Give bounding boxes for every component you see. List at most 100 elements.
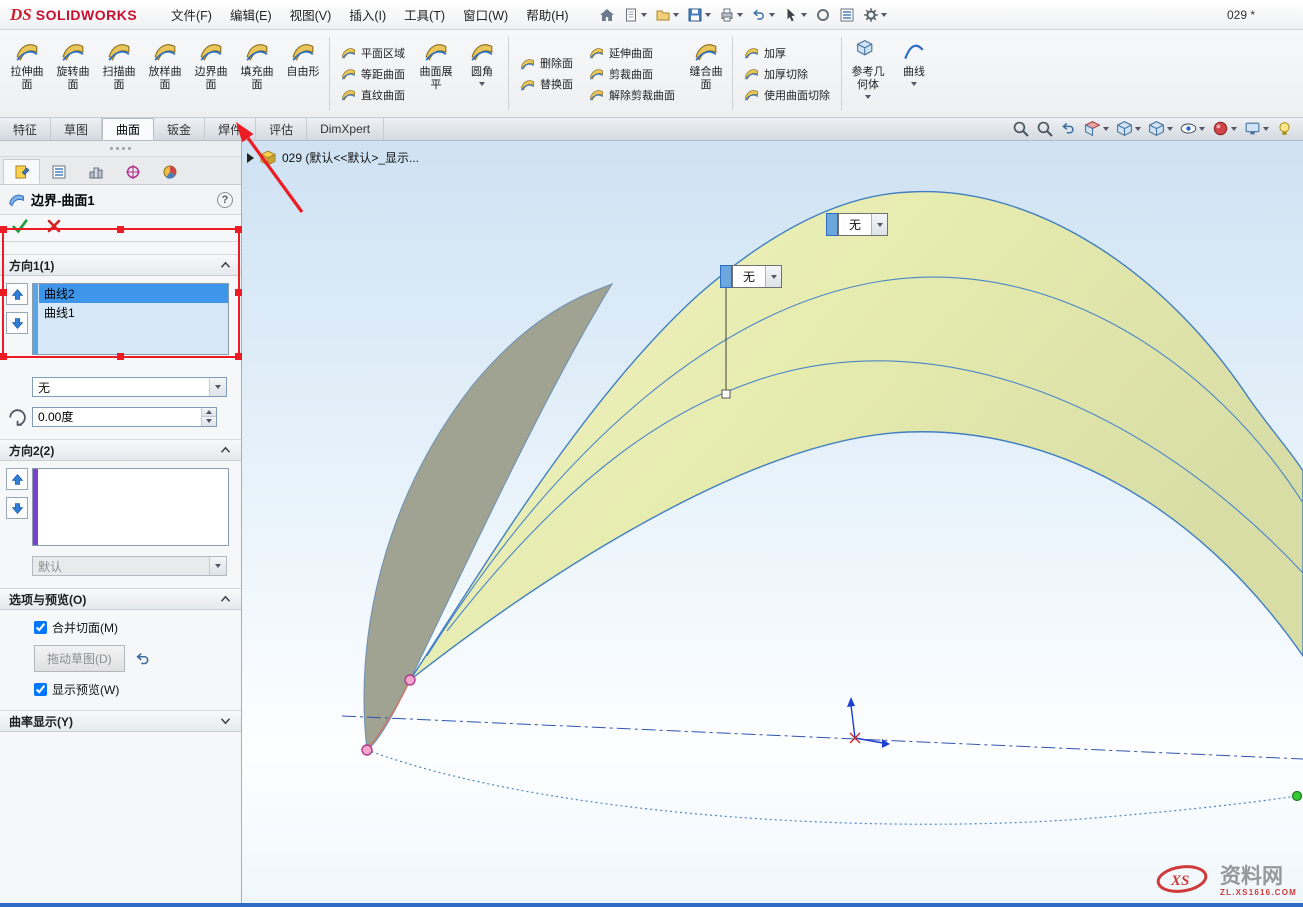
delete-face-button[interactable]: 删除面: [520, 55, 573, 71]
reference-geometry-caret[interactable]: [865, 95, 871, 99]
vertex-point[interactable]: [362, 745, 372, 755]
move-up-button[interactable]: [6, 468, 28, 490]
tangency-combo-top[interactable]: 无: [838, 213, 888, 236]
pin-menu-icon[interactable]: [578, 13, 584, 17]
callout-dropdown-icon[interactable]: [765, 266, 781, 287]
list-item-curve1[interactable]: 曲线1: [39, 303, 228, 322]
section-curvature-header[interactable]: 曲率显示(Y): [0, 710, 241, 732]
move-down-button[interactable]: [6, 497, 28, 519]
save-icon[interactable]: [684, 5, 714, 25]
trim-surface-button[interactable]: 剪裁曲面: [589, 66, 675, 82]
feature-manager-tab-icon[interactable]: [40, 159, 77, 184]
ok-button[interactable]: [12, 218, 28, 239]
planar-surface-button[interactable]: 平面区域: [341, 45, 405, 61]
light-bulb-icon[interactable]: [1276, 120, 1293, 137]
section-options-header[interactable]: 选项与预览(O): [0, 588, 241, 610]
tab-weldments[interactable]: 焊件: [205, 118, 256, 140]
fillet-button[interactable]: 圆角: [459, 32, 505, 115]
thicken-button[interactable]: 加厚: [744, 45, 830, 61]
view-orientation-icon[interactable]: [1116, 120, 1141, 137]
menu-help[interactable]: 帮助(H): [517, 0, 577, 30]
list-item-curve2[interactable]: 曲线2: [39, 284, 228, 303]
help-icon[interactable]: ?: [217, 192, 233, 208]
curves-caret[interactable]: [911, 82, 917, 86]
angle-input[interactable]: 0.00度: [32, 407, 217, 427]
section-direction1-header[interactable]: 方向1(1): [0, 254, 241, 276]
menu-tools[interactable]: 工具(T): [395, 0, 454, 30]
callout-dropdown-icon[interactable]: [871, 214, 887, 235]
show-preview-checkbox-input[interactable]: [34, 683, 47, 696]
feature-tree-breadcrumb[interactable]: 029 (默认<<默认>_显示...: [282, 149, 419, 166]
merge-tangent-faces-checkbox[interactable]: 合并切面(M): [34, 619, 241, 636]
tab-surfaces[interactable]: 曲面: [102, 118, 154, 140]
extruded-surface-button[interactable]: 拉伸曲面: [4, 32, 50, 115]
drag-sketch-button[interactable]: 拖动草图(D): [34, 645, 125, 672]
file-properties-icon[interactable]: [836, 5, 858, 25]
flyout-expand-icon[interactable]: [247, 153, 254, 163]
boundary-surface-button[interactable]: 边界曲面: [188, 32, 234, 115]
combo-dropdown-icon[interactable]: [209, 378, 226, 396]
endpoint-green[interactable]: [1293, 792, 1302, 801]
sketch-curve-dotted[interactable]: [367, 750, 1297, 824]
new-document-icon[interactable]: [620, 5, 650, 25]
angle-spinner[interactable]: [201, 408, 216, 426]
callout-grip-handle[interactable]: [826, 213, 838, 236]
tangency-combo-mid[interactable]: 无: [732, 265, 782, 288]
swept-surface-button[interactable]: 扫描曲面: [96, 32, 142, 115]
direction1-selection-list[interactable]: 曲线2 曲线1: [32, 283, 229, 355]
merge-tangent-faces-checkbox-input[interactable]: [34, 621, 47, 634]
view-settings-icon[interactable]: [1244, 120, 1269, 137]
curves-button[interactable]: 曲线: [891, 32, 937, 115]
menu-view[interactable]: 视图(V): [281, 0, 341, 30]
menu-edit[interactable]: 编辑(E): [221, 0, 281, 30]
options-gear-icon[interactable]: [860, 5, 890, 25]
tab-sheet-metal[interactable]: 钣金: [154, 118, 205, 140]
boundary-surface-preview[interactable]: [410, 192, 1303, 680]
graphics-area[interactable]: 029 (默认<<默认>_显示... 无 无: [242, 141, 1303, 903]
cut-with-surface-button[interactable]: 使用曲面切除: [744, 87, 830, 103]
callout-grip-handle[interactable]: [720, 265, 732, 288]
direction2-selection-list[interactable]: [32, 468, 229, 546]
configuration-manager-tab-icon[interactable]: [77, 159, 114, 184]
select-icon[interactable]: [780, 5, 810, 25]
property-manager-tab-icon[interactable]: [3, 159, 40, 184]
section-view-icon[interactable]: [1084, 120, 1109, 137]
move-down-button[interactable]: [6, 312, 28, 334]
home-icon[interactable]: [596, 5, 618, 25]
tab-evaluate[interactable]: 评估: [256, 118, 307, 140]
tab-sketch[interactable]: 草图: [51, 118, 102, 140]
reference-geometry-button[interactable]: 参考几何体: [845, 32, 891, 115]
panel-splitter-handle[interactable]: [0, 141, 241, 157]
offset-surface-button[interactable]: 等距曲面: [341, 66, 405, 82]
flatten-surface-button[interactable]: 曲面展平: [413, 32, 459, 115]
undo-drag-icon[interactable]: [134, 650, 152, 668]
freeform-button[interactable]: 自由形: [280, 32, 326, 115]
menu-insert[interactable]: 插入(I): [340, 0, 395, 30]
vertex-point[interactable]: [405, 675, 415, 685]
direction1-tangency-combo[interactable]: 无: [32, 377, 227, 397]
menu-window[interactable]: 窗口(W): [454, 0, 517, 30]
display-manager-tab-icon[interactable]: [151, 159, 188, 184]
extend-surface-button[interactable]: 延伸曲面: [589, 45, 675, 61]
filled-surface-button[interactable]: 填充曲面: [234, 32, 280, 115]
revolved-surface-button[interactable]: 旋转曲面: [50, 32, 96, 115]
untrim-surface-button[interactable]: 解除剪裁曲面: [589, 87, 675, 103]
undo-icon[interactable]: [748, 5, 778, 25]
tab-features[interactable]: 特征: [0, 118, 51, 140]
replace-face-button[interactable]: 替换面: [520, 76, 573, 92]
knit-surface-button[interactable]: 缝合曲面: [683, 32, 729, 115]
previous-view-icon[interactable]: [1060, 120, 1077, 137]
leader-end-handle[interactable]: [722, 390, 730, 398]
origin-triad[interactable]: [847, 697, 890, 748]
rebuild-icon[interactable]: [812, 5, 834, 25]
dimxpert-manager-tab-icon[interactable]: [114, 159, 151, 184]
hide-show-items-icon[interactable]: [1180, 120, 1205, 137]
edit-appearance-icon[interactable]: [1212, 120, 1237, 137]
print-icon[interactable]: [716, 5, 746, 25]
zoom-area-icon[interactable]: [1036, 120, 1053, 137]
cancel-button[interactable]: [46, 218, 62, 239]
thickened-cut-button[interactable]: 加厚切除: [744, 66, 830, 82]
move-up-button[interactable]: [6, 283, 28, 305]
fillet-flyout-caret[interactable]: [479, 82, 485, 86]
section-direction2-header[interactable]: 方向2(2): [0, 439, 241, 461]
